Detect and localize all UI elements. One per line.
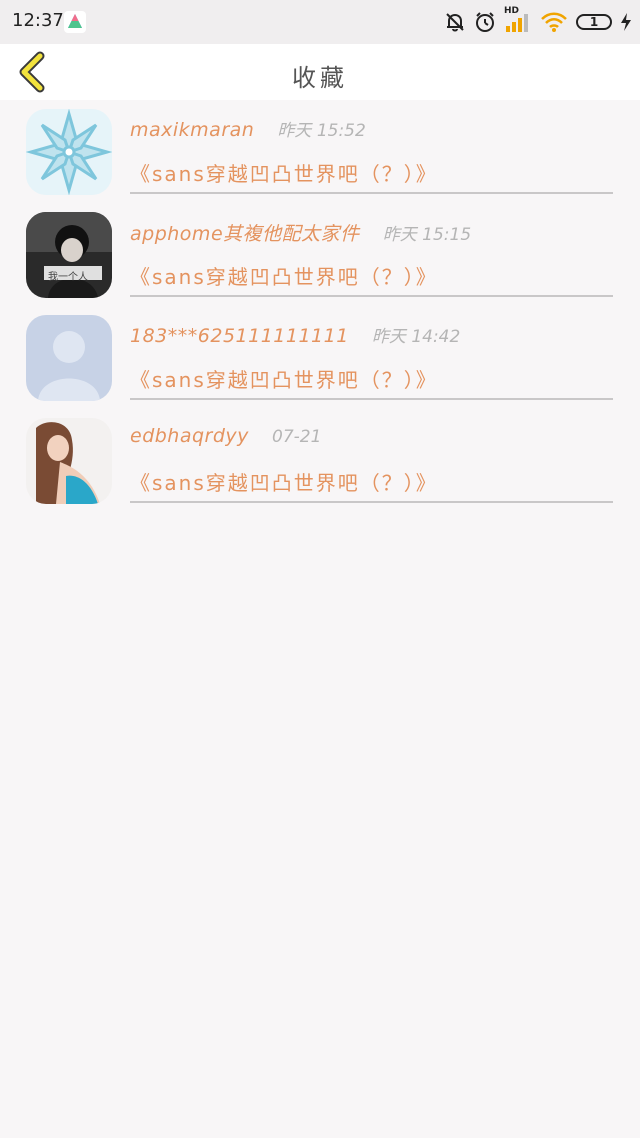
post-title-link[interactable]: 《sans穿越凹凸世界吧（？）》 <box>130 467 438 496</box>
username[interactable]: edbhaqrdyy <box>130 425 249 447</box>
page-title: 收藏 <box>292 64 348 92</box>
item-meta: 183***625111111111 昨天 14:42 <box>130 322 460 347</box>
divider <box>130 295 613 297</box>
favorite-item[interactable]: 183***625111111111 昨天 14:42 《sans穿越凹凸世界吧… <box>0 306 640 409</box>
username[interactable]: 183***625111111111 <box>130 325 349 347</box>
status-icons: HD 1 <box>444 6 632 35</box>
battery-icon: 1 <box>576 14 612 30</box>
header-bar: 收藏 <box>0 44 640 100</box>
timestamp: 昨天 14:42 <box>371 327 461 347</box>
alarm-icon <box>474 11 496 33</box>
favorites-list: maxikmaran 昨天 15:52 《sans穿越凹凸世界吧（？）》 我一个… <box>0 100 640 512</box>
divider <box>130 398 613 400</box>
divider <box>130 501 613 503</box>
timestamp: 07-21 <box>272 427 322 447</box>
avatar-caption: 我一个人 <box>48 272 88 283</box>
avatar[interactable] <box>26 109 112 195</box>
item-meta: maxikmaran 昨天 15:52 <box>130 116 366 141</box>
favorite-item[interactable]: edbhaqrdyy 07-21 《sans穿越凹凸世界吧（？）》 <box>0 409 640 512</box>
avatar[interactable]: 我一个人 <box>26 212 112 298</box>
avatar[interactable] <box>26 418 112 504</box>
status-bar: 12:37 HD 1 <box>0 0 640 44</box>
default-person-icon <box>26 315 112 401</box>
item-meta: apphome其複他配太家件 昨天 15:15 <box>130 219 471 246</box>
post-title-link[interactable]: 《sans穿越凹凸世界吧（？）》 <box>130 261 438 290</box>
mute-bell-icon <box>444 11 466 33</box>
post-title-link[interactable]: 《sans穿越凹凸世界吧（？）》 <box>130 158 438 187</box>
post-title-link[interactable]: 《sans穿越凹凸世界吧（？）》 <box>130 364 438 393</box>
timestamp: 昨天 15:15 <box>382 225 472 245</box>
username[interactable]: apphome其複他配太家件 <box>130 223 360 245</box>
item-meta: edbhaqrdyy 07-21 <box>130 425 321 447</box>
network-type-label: HD <box>504 6 520 16</box>
timestamp: 昨天 15:52 <box>277 121 366 141</box>
username[interactable]: maxikmaran <box>130 119 254 141</box>
charging-icon <box>620 12 632 32</box>
signal-icon: HD <box>504 6 532 34</box>
avatar[interactable] <box>26 315 112 401</box>
divider <box>130 192 613 194</box>
status-time: 12:37 <box>12 10 64 31</box>
wifi-icon <box>540 11 568 33</box>
favorite-item[interactable]: maxikmaran 昨天 15:52 《sans穿越凹凸世界吧（？）》 <box>0 100 640 203</box>
favorite-item[interactable]: 我一个人 apphome其複他配太家件 昨天 15:15 《sans穿越凹凸世界… <box>0 203 640 306</box>
app-notification-icon <box>64 11 86 33</box>
